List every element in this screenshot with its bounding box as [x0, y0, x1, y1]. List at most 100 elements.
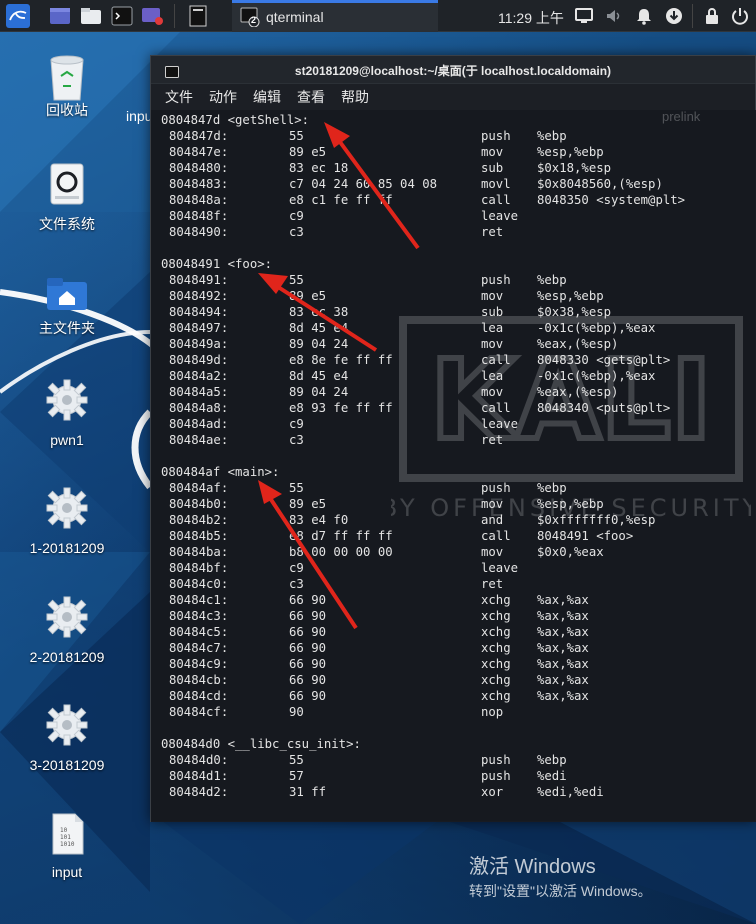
instruction-operands: %esp,%ebp [537, 497, 604, 511]
instruction-bytes: 66 90 [289, 593, 327, 607]
terminal-menubar: 文件 动作 编辑 查看 帮助 [151, 84, 755, 110]
gear-icon [45, 378, 89, 422]
svg-text:10: 10 [60, 827, 68, 834]
desktop-icon-label-partial[interactable]: inpu [126, 108, 152, 124]
instruction-address: 80484c7: [169, 641, 229, 655]
menu-action[interactable]: 动作 [209, 87, 237, 107]
instruction-address: 80484a8: [169, 401, 229, 415]
instruction-address: 804848f: [169, 209, 229, 223]
menu-file[interactable]: 文件 [165, 87, 193, 107]
instruction-mnemonic: movl [481, 177, 511, 191]
gear-icon [45, 595, 89, 639]
instruction-line: 8048491: 55 push %ebp [161, 272, 755, 288]
terminal-titlebar[interactable]: st20181209@localhost:~/桌面(于 localhost.lo… [151, 56, 755, 84]
clock[interactable]: 11:29 上午 [498, 8, 564, 28]
instruction-address: 80484a2: [169, 369, 229, 383]
desktop-icon-label: 2-20181209 [29, 649, 105, 665]
instruction-address: 80484cb: [169, 673, 229, 687]
menu-view[interactable]: 查看 [297, 87, 325, 107]
instruction-operands: %esp,%ebp [537, 289, 604, 303]
instruction-address: 804847d: [169, 129, 229, 143]
instruction-mnemonic: call [481, 529, 511, 543]
instruction-operands: %eax,(%esp) [537, 337, 619, 351]
instruction-mnemonic: ret [481, 225, 504, 239]
instruction-mnemonic: mov [481, 289, 504, 303]
windows-activation-notice: 激活 Windows 转到"设置"以激活 Windows。 [469, 850, 652, 901]
instruction-address: 80484d1: [169, 769, 229, 783]
window-thumbnail-icon[interactable] [186, 4, 210, 28]
instruction-line: 80484c3: 66 90 xchg %ax,%ax [161, 608, 755, 624]
instruction-address: 804849d: [169, 353, 229, 367]
instruction-line: 80484b5: e8 d7 ff ff ff call 8048491 <foo> [161, 528, 755, 544]
instruction-bytes: 83 ec 38 [289, 305, 349, 319]
instruction-operands: $0x38,%esp [537, 305, 612, 319]
menu-edit[interactable]: 编辑 [253, 87, 281, 107]
desktop-icon-label: 3-20181209 [29, 757, 105, 773]
update-icon[interactable] [664, 6, 684, 26]
desktop-icon-pwn1[interactable]: pwn1 [17, 378, 117, 448]
instruction-address: 80484c0: [169, 577, 229, 591]
instruction-mnemonic: call [481, 401, 511, 415]
desktop-icon-trash[interactable]: 回收站 [17, 52, 117, 120]
disassembly-listing: 0804847d <getShell>: 804847d: 55 push %ebp 80… [161, 112, 755, 800]
instruction-bytes: c9 [289, 417, 304, 431]
instruction-line: 80484c1: 66 90 xchg %ax,%ax [161, 592, 755, 608]
desktop-icon-1-20181209[interactable]: 1-20181209 [17, 486, 117, 556]
instruction-address: 80484b0: [169, 497, 229, 511]
window-title: st20181209@localhost:~/桌面(于 localhost.lo… [294, 64, 612, 78]
taskbar-qterminal[interactable]: 2 qterminal [232, 0, 438, 32]
menu-help[interactable]: 帮助 [341, 87, 369, 107]
terminal-output[interactable]: KALI BY OFFENSIVE SECURITY 0804847d <get… [151, 110, 756, 822]
display-icon[interactable] [574, 6, 594, 26]
instruction-address: 8048491: [169, 273, 229, 287]
notification-bell-icon[interactable] [634, 6, 654, 26]
instruction-bytes: 55 [289, 129, 304, 143]
terminal-window[interactable]: st20181209@localhost:~/桌面(于 localhost.lo… [150, 55, 756, 822]
volume-icon[interactable] [604, 6, 624, 26]
activation-title: 激活 Windows [469, 856, 596, 878]
instruction-operands: $0x18,%esp [537, 161, 612, 175]
instruction-address: 8048492: [169, 289, 229, 303]
instruction-address: 80484c9: [169, 657, 229, 671]
desktop-icon-filesystem[interactable]: 文件系统 [17, 162, 117, 234]
instruction-line: 80484c5: 66 90 xchg %ax,%ax [161, 624, 755, 640]
desktop-icon-label: 1-20181209 [29, 540, 105, 556]
instruction-bytes: c7 04 24 60 85 04 08 [289, 177, 438, 191]
power-icon[interactable] [730, 6, 750, 26]
gear-icon [45, 703, 89, 747]
instruction-bytes: 83 ec 18 [289, 161, 349, 175]
instruction-mnemonic: lea [481, 321, 504, 335]
instruction-line: 80484a8: e8 93 fe ff ff call 8048340 <puts@… [161, 400, 755, 416]
kali-menu-icon[interactable] [6, 4, 30, 28]
instruction-bytes: c3 [289, 433, 304, 447]
instruction-mnemonic: push [481, 273, 511, 287]
instruction-bytes: 8d 45 e4 [289, 321, 349, 335]
instruction-line: 80484cd: 66 90 xchg %ax,%ax [161, 688, 755, 704]
instruction-address: 80484b5: [169, 529, 229, 543]
instruction-mnemonic: xchg [481, 593, 511, 607]
instruction-mnemonic: push [481, 753, 511, 767]
lock-icon[interactable] [702, 6, 722, 26]
desktop-icon-label: 文件系统 [39, 216, 95, 232]
instruction-line: 804847e: 89 e5 mov %esp,%ebp [161, 144, 755, 160]
function-label: 08048491 <foo>: [161, 257, 273, 271]
instruction-operands: $0xfffffff0,%esp [537, 513, 656, 527]
function-label: 0804847d <getShell>: [161, 113, 310, 127]
terminal-launcher-icon[interactable] [110, 4, 134, 28]
instruction-mnemonic: leave [481, 561, 519, 575]
instruction-operands: 8048330 <gets@plt> [537, 353, 671, 367]
instruction-operands: %edi [537, 769, 567, 783]
instruction-line: 8048494: 83 ec 38 sub $0x38,%esp [161, 304, 755, 320]
screen-recorder-icon[interactable] [140, 4, 164, 28]
workspace-icon[interactable] [48, 4, 72, 28]
desktop-icon-3-20181209[interactable]: 3-20181209 [17, 703, 117, 773]
desktop-icon-2-20181209[interactable]: 2-20181209 [17, 595, 117, 665]
desktop-icon-home[interactable]: 主文件夹 [17, 272, 117, 338]
instruction-operands: %ebp [537, 481, 567, 495]
instruction-line: 80484b2: 83 e4 f0 and $0xfffffff0,%esp [161, 512, 755, 528]
instruction-bytes: 66 90 [289, 689, 327, 703]
desktop-icon-input[interactable]: 10 101 1010 input [17, 812, 117, 880]
instruction-mnemonic: ret [481, 433, 504, 447]
folder-icon[interactable] [79, 4, 103, 28]
